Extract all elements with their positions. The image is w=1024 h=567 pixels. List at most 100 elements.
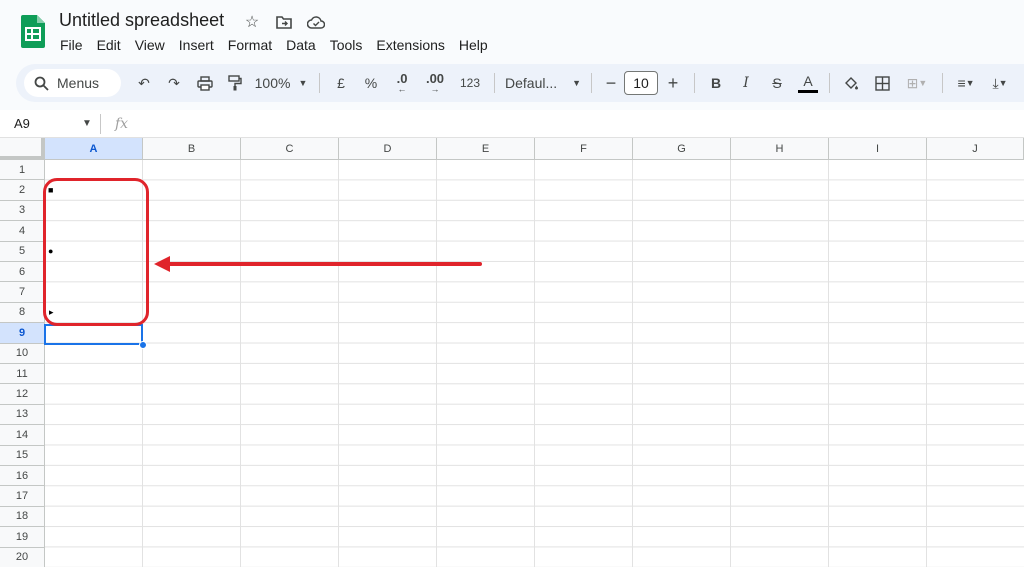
row-header-20[interactable]: 20 (0, 547, 45, 567)
bold-button[interactable]: B (701, 69, 731, 97)
decrease-decimal-button[interactable]: .0 ← (386, 69, 418, 97)
toolbar-divider (942, 73, 943, 93)
star-icon[interactable]: ☆ (241, 12, 263, 32)
annotation-arrow-icon (154, 256, 482, 272)
column-header-c[interactable]: C (241, 138, 339, 160)
cell-reference: A9 (14, 116, 30, 131)
text-color-letter: A (803, 72, 813, 89)
search-icon (34, 76, 49, 91)
menu-tools[interactable]: Tools (330, 37, 370, 53)
caret-down-icon: ▼ (82, 118, 92, 129)
toolbar-divider (694, 73, 695, 93)
strikethrough-icon[interactable]: S (761, 69, 793, 97)
currency-format-button[interactable]: £ (326, 69, 356, 97)
row-header-3[interactable]: 3 (0, 200, 45, 222)
increase-decimal-button[interactable]: .00 → (418, 69, 452, 97)
row-header-6[interactable]: 6 (0, 262, 45, 283)
sheets-logo-icon[interactable] (21, 15, 45, 48)
font-value: Defaul... (505, 75, 558, 91)
toolbar-divider (319, 73, 320, 93)
row-header-16[interactable]: 16 (0, 466, 45, 487)
search-menus-box[interactable]: Menus (24, 69, 121, 97)
row-header-13[interactable]: 13 (0, 404, 45, 426)
increase-font-size-icon[interactable]: + (658, 69, 688, 97)
undo-icon[interactable]: ↶ (129, 69, 159, 97)
borders-icon[interactable] (866, 69, 898, 97)
formula-bar: A9 ▼ fx (0, 110, 1024, 138)
cloud-status-icon[interactable] (305, 12, 327, 32)
arrow-right-icon: → (430, 84, 440, 94)
column-header-f[interactable]: F (535, 138, 633, 160)
row-header-11[interactable]: 11 (0, 364, 45, 385)
column-header-d[interactable]: D (339, 138, 437, 160)
vertical-align-icon[interactable]: ⤓ ▼ (983, 69, 1017, 97)
column-header-j[interactable]: J (927, 138, 1024, 160)
select-all-corner[interactable] (0, 138, 45, 160)
percent-format-button[interactable]: % (356, 69, 386, 97)
zoom-select[interactable]: 100% ▼ (249, 69, 313, 97)
text-color-button[interactable]: A (793, 69, 823, 97)
font-select[interactable]: Defaul... ▼ (501, 69, 585, 97)
decrease-font-size-icon[interactable]: − (598, 69, 624, 97)
menu-data[interactable]: Data (286, 37, 323, 53)
column-header-e[interactable]: E (437, 138, 535, 160)
row-header-12[interactable]: 12 (0, 384, 45, 405)
caret-down-icon: ▼ (998, 78, 1008, 88)
caret-down-icon: ▼ (918, 78, 928, 88)
text-color-swatch (798, 89, 818, 93)
menu-help[interactable]: Help (459, 37, 495, 53)
column-header-g[interactable]: G (633, 138, 731, 160)
redo-icon[interactable]: ↷ (159, 69, 189, 97)
move-folder-icon[interactable] (273, 12, 295, 32)
row-header-4[interactable]: 4 (0, 221, 45, 242)
toolbar: Menus ↶ ↷ 100% ▼ £ % .0 ← .00 → 123 Defaul.… (16, 64, 1024, 102)
column-header-a[interactable]: A (45, 138, 143, 160)
row-header-1[interactable]: 1 (0, 160, 45, 181)
menu-file[interactable]: File (60, 37, 90, 53)
toolbar-divider (591, 73, 592, 93)
row-header-8[interactable]: 8 (0, 302, 45, 324)
sheet-grid: A B C D E F G H I J 1 2 3 4 5 6 7 8 9 10… (0, 138, 1024, 567)
merge-cells-icon[interactable]: ⊞ ▼ (898, 69, 936, 97)
fx-icon: fx (115, 115, 129, 132)
row-header-14[interactable]: 14 (0, 425, 45, 446)
print-icon[interactable] (189, 69, 221, 97)
cell-area[interactable] (45, 160, 1024, 567)
row-header-10[interactable]: 10 (0, 343, 45, 364)
menu-extensions[interactable]: Extensions (376, 37, 451, 53)
menu-insert[interactable]: Insert (179, 37, 221, 53)
horizontal-align-icon[interactable]: ≡ ▼ (949, 69, 983, 97)
row-header-9[interactable]: 9 (0, 323, 45, 344)
column-header-b[interactable]: B (143, 138, 241, 160)
column-header-i[interactable]: I (829, 138, 927, 160)
row-header-2[interactable]: 2 (0, 180, 45, 201)
column-header-h[interactable]: H (731, 138, 829, 160)
menu-edit[interactable]: Edit (97, 37, 128, 53)
row-header-7[interactable]: 7 (0, 282, 45, 303)
caret-down-icon: ▼ (298, 78, 308, 88)
active-cell-a9[interactable] (44, 324, 143, 345)
row-header-18[interactable]: 18 (0, 506, 45, 528)
menu-format[interactable]: Format (228, 37, 279, 53)
document-title[interactable]: Untitled spreadsheet (59, 10, 224, 31)
fill-color-icon[interactable] (836, 69, 866, 97)
caret-down-icon: ▼ (572, 78, 581, 88)
menu-bar: File Edit View Insert Format Data Tools … (60, 37, 502, 53)
row-header-19[interactable]: 19 (0, 527, 45, 548)
name-box[interactable]: A9 ▼ (0, 110, 100, 138)
search-menus-label: Menus (57, 75, 100, 91)
arrow-left-icon: ← (397, 84, 407, 94)
more-formats-button[interactable]: 123 (452, 69, 488, 97)
paint-format-icon[interactable] (221, 69, 249, 97)
fill-handle[interactable] (139, 341, 147, 349)
italic-button[interactable]: I (731, 69, 761, 97)
menu-view[interactable]: View (135, 37, 172, 53)
row-header-5[interactable]: 5 (0, 241, 45, 262)
row-header-15[interactable]: 15 (0, 445, 45, 466)
toolbar-divider (829, 73, 830, 93)
formula-divider (100, 113, 101, 134)
font-size-input[interactable]: 10 (624, 71, 658, 95)
row-header-17[interactable]: 17 (0, 486, 45, 507)
annotation-highlight-box (43, 178, 149, 326)
caret-down-icon: ▼ (965, 78, 975, 88)
